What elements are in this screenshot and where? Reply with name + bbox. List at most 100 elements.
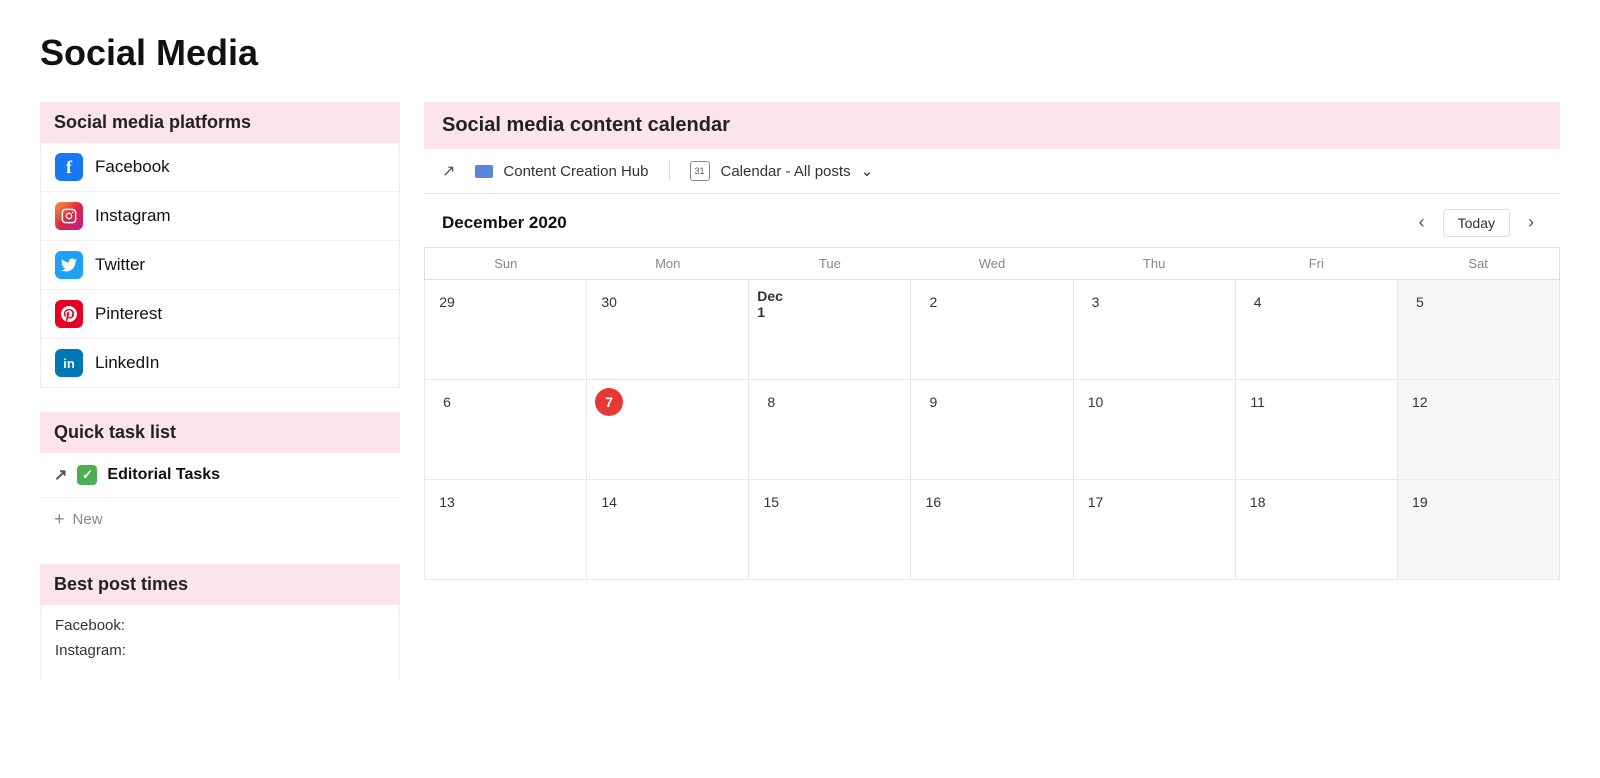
calendar-day-19[interactable]: 19 [1397,480,1559,580]
calendar-day-16[interactable]: 16 [911,480,1073,580]
calendar-grid: Sun Mon Tue Wed Thu Fri Sat 29 30 [424,247,1560,580]
calendar-day-11[interactable]: 11 [1235,380,1397,480]
calendar-day-7-today[interactable]: 7 [587,380,749,480]
next-month-button[interactable]: › [1520,208,1542,237]
toolbar-separator [669,161,670,181]
weekday-sun: Sun [425,248,587,280]
today-button[interactable]: Today [1443,209,1510,237]
day-number: Dec 1 [757,290,785,318]
calendar-week-1: 29 30 Dec 1 2 3 4 [425,280,1560,380]
weekday-thu: Thu [1073,248,1235,280]
calendar-day-15[interactable]: 15 [749,480,911,580]
day-number: 18 [1244,488,1272,516]
calendar-day-13[interactable]: 13 [425,480,587,580]
day-number: 15 [757,488,785,516]
task-label-editorial: Editorial Tasks [107,466,220,484]
quick-task-section: Quick task list ↗ ✓ Editorial Tasks + Ne… [40,412,400,540]
facebook-icon: f [55,153,83,181]
calendar-day-1[interactable]: Dec 1 [749,280,911,380]
main-layout: Social media platforms f Facebook Instag… [40,102,1560,679]
platform-item-twitter[interactable]: Twitter [41,241,399,290]
day-number: 10 [1082,388,1110,416]
linkedin-icon: in [55,349,83,377]
platform-item-instagram[interactable]: Instagram [41,192,399,241]
calendar-day-6[interactable]: 6 [425,380,587,480]
calendar-toolbar: ↗ Content Creation Hub 31 Calendar - All… [424,149,1560,194]
quick-task-header: Quick task list [40,412,400,453]
pinterest-icon [55,300,83,328]
platform-list: f Facebook Instagram [40,143,400,388]
platform-label-instagram: Instagram [95,206,171,226]
platform-label-facebook: Facebook [95,157,170,177]
platform-label-linkedin: LinkedIn [95,353,159,373]
day-number: 11 [1244,388,1272,416]
instagram-icon [55,202,83,230]
platform-label-pinterest: Pinterest [95,304,162,324]
prev-month-button[interactable]: ‹ [1411,208,1433,237]
best-post-instagram: Instagram: [55,642,385,659]
calendar-day-8[interactable]: 8 [749,380,911,480]
calendar-week-3: 13 14 15 16 17 18 [425,480,1560,580]
day-number: 2 [919,288,947,316]
new-label: New [73,511,103,528]
day-number: 4 [1244,288,1272,316]
calendar-day-10[interactable]: 10 [1073,380,1235,480]
plus-icon: + [54,510,65,528]
calendar-day-30-prev[interactable]: 30 [587,280,749,380]
task-item-editorial[interactable]: ↗ ✓ Editorial Tasks [40,453,400,498]
day-number: 29 [433,288,461,316]
platform-item-pinterest[interactable]: Pinterest [41,290,399,339]
best-post-facebook: Facebook: [55,617,385,634]
platform-item-facebook[interactable]: f Facebook [41,143,399,192]
platform-item-linkedin[interactable]: in LinkedIn [41,339,399,388]
nav-controls: ‹ Today › [1411,208,1542,237]
calendar-nav: December 2020 ‹ Today › [424,194,1560,247]
calendar-day-5[interactable]: 5 [1397,280,1559,380]
day-number: 6 [433,388,461,416]
platform-label-twitter: Twitter [95,255,145,275]
day-number: 19 [1406,488,1434,516]
today-day-number: 7 [595,388,623,416]
calendar-section: Social media content calendar ↗ Content … [424,102,1560,580]
day-number: 5 [1406,288,1434,316]
weekday-sat: Sat [1397,248,1559,280]
calendar-day-4[interactable]: 4 [1235,280,1397,380]
calendar-day-12[interactable]: 12 [1397,380,1559,480]
page-title: Social Media [40,32,1560,74]
day-number: 3 [1082,288,1110,316]
calendar-header: Social media content calendar [424,102,1560,149]
best-post-section: Best post times Facebook: Instagram: [40,564,400,679]
weekday-tue: Tue [749,248,911,280]
best-post-header: Best post times [40,564,400,605]
day-number: 9 [919,388,947,416]
task-checkbox: ✓ [77,465,97,485]
calendar-box-icon: 31 [690,161,710,181]
platforms-section-header: Social media platforms [40,102,400,143]
new-item-button[interactable]: + New [40,498,400,540]
calendar-day-29-prev[interactable]: 29 [425,280,587,380]
day-number: 12 [1406,388,1434,416]
chevron-down-icon: ⌄ [861,162,874,180]
day-number: 17 [1082,488,1110,516]
calendar-week-2: 6 7 8 9 10 11 [425,380,1560,480]
day-number: 30 [595,288,623,316]
month-label: December 2020 [442,213,567,233]
calendar-day-9[interactable]: 9 [911,380,1073,480]
monitor-icon [475,165,493,178]
day-number: 14 [595,488,623,516]
weekday-fri: Fri [1235,248,1397,280]
content-hub-link[interactable]: Content Creation Hub [475,163,648,180]
weekday-mon: Mon [587,248,749,280]
best-post-list: Facebook: Instagram: [40,605,400,679]
weekday-wed: Wed [911,248,1073,280]
twitter-icon [55,251,83,279]
calendar-day-18[interactable]: 18 [1235,480,1397,580]
day-number: 16 [919,488,947,516]
calendar-day-17[interactable]: 17 [1073,480,1235,580]
external-link-icon: ↗ [442,161,455,181]
calendar-day-14[interactable]: 14 [587,480,749,580]
calendar-day-2[interactable]: 2 [911,280,1073,380]
day-number: 8 [757,388,785,416]
calendar-day-3[interactable]: 3 [1073,280,1235,380]
calendar-view-link[interactable]: 31 Calendar - All posts ⌄ [690,161,874,181]
